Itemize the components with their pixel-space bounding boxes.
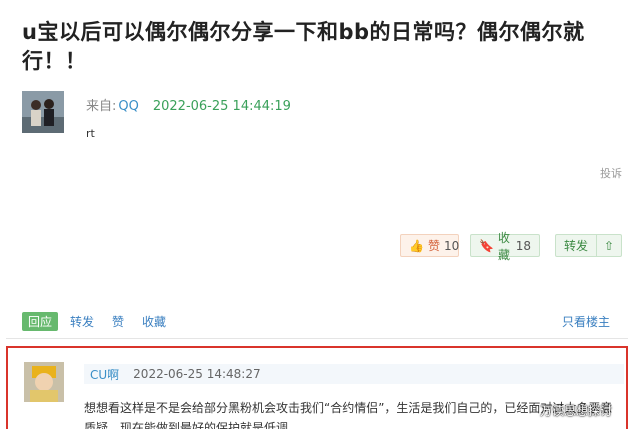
post-title: u宝以后可以偶尔偶尔分享一下和bb的日常吗？偶尔偶尔就行！！ <box>22 20 585 73</box>
reply-button[interactable]: 回应 <box>22 312 59 331</box>
commenter-name[interactable]: CU啊 <box>90 366 119 383</box>
commenter-avatar[interactable] <box>24 362 64 402</box>
share-label[interactable]: 转发 <box>556 235 598 256</box>
thumbs-up-icon: 👍 <box>409 238 424 253</box>
collect-link[interactable]: 收藏 <box>142 313 166 330</box>
watermark: 万读思想探讨 <box>540 404 613 418</box>
share-button[interactable]: 转发 ⇧ <box>555 234 622 257</box>
post-meta: 来自: QQ 2022-06-25 14:44:19 <box>86 95 291 114</box>
like-count: 10 <box>443 238 460 253</box>
post-body: rt <box>86 127 95 140</box>
collect-count: 18 <box>515 238 531 253</box>
comment-item: CU啊 2022-06-25 14:48:27 想想看这样是不是会给部分黑粉机会… <box>6 346 628 429</box>
report-link[interactable]: 投诉 <box>600 165 622 181</box>
collect-button[interactable]: 🔖 收藏 18 <box>470 231 540 262</box>
like-label: 赞 <box>427 239 440 253</box>
bookmark-icon: 🔖 <box>479 238 494 253</box>
forward-link[interactable]: 转发 <box>70 313 94 330</box>
post-timestamp: 2022-06-25 14:44:19 <box>152 99 291 114</box>
collect-label: 收藏 <box>497 230 510 262</box>
source-link[interactable]: QQ <box>118 99 138 114</box>
upload-icon[interactable]: ⇧ <box>597 239 621 253</box>
reply-bar: 回应 转发 赞 收藏 只看楼主 <box>22 312 622 331</box>
from-label: 来自: <box>86 99 117 114</box>
like-button[interactable]: 👍 赞 10 <box>400 234 459 257</box>
comment-timestamp: 2022-06-25 14:48:27 <box>133 367 261 381</box>
only-op-link[interactable]: 只看楼主 <box>562 313 610 330</box>
comment-header: CU啊 2022-06-25 14:48:27 <box>84 364 624 384</box>
author-avatar[interactable] <box>22 91 64 133</box>
divider <box>6 338 628 339</box>
like-link[interactable]: 赞 <box>112 313 124 330</box>
